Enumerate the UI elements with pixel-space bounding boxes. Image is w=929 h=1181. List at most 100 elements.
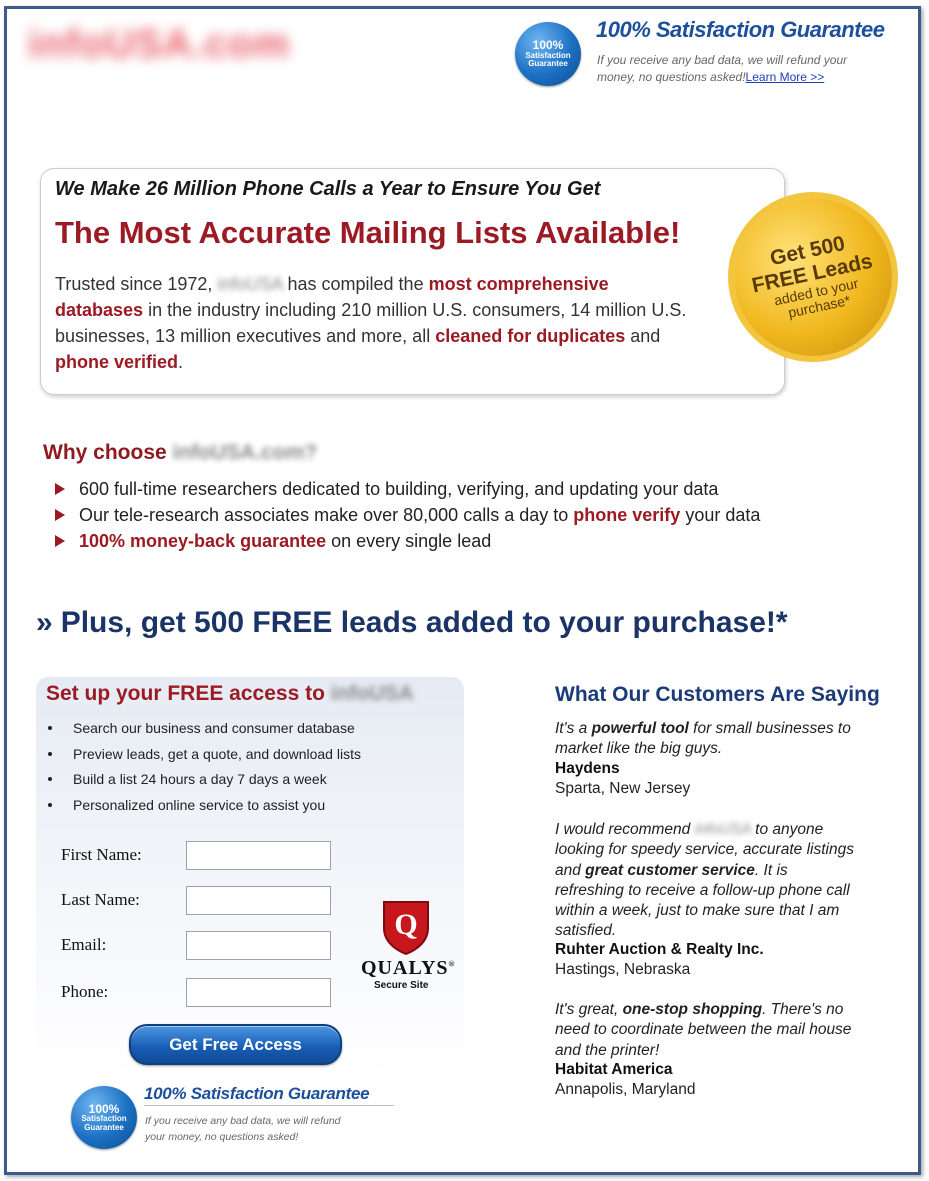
quote-emphasis: powerful tool bbox=[591, 720, 689, 737]
quote-text: satisfied. bbox=[555, 922, 617, 940]
quote-text: for small businesses to bbox=[688, 720, 851, 737]
hero-highlight: cleaned for duplicates bbox=[435, 326, 626, 346]
testimonial-name: Habitat America bbox=[555, 1061, 673, 1078]
list-item-text: Our tele-research associates make over 8… bbox=[79, 505, 569, 525]
list-item: Preview leads, get a quote, and download… bbox=[48, 742, 361, 768]
divider bbox=[144, 1105, 394, 1106]
learn-more-link[interactable]: Learn More >> bbox=[746, 70, 825, 84]
quote-emphasis: great customer service bbox=[585, 861, 755, 879]
quote-text: looking for speedy service, accurate lis… bbox=[555, 841, 854, 859]
quote-text: It's a bbox=[555, 720, 592, 737]
quote-text: and the printer! bbox=[555, 1041, 660, 1059]
qualys-shield-icon: Q bbox=[383, 901, 429, 956]
signup-brand-name: infoUSA bbox=[330, 682, 414, 705]
triangle-bullet-icon bbox=[55, 483, 65, 495]
list-item: Search our business and consumer databas… bbox=[48, 716, 361, 742]
quote-brand-name: infoUSA bbox=[694, 821, 751, 838]
guarantee-line-1: If you receive any bad data, we will ref… bbox=[597, 53, 848, 67]
guarantee-seal-icon: 100% Satisfaction Guarantee bbox=[515, 22, 581, 86]
quote-text: . There's no bbox=[762, 1001, 844, 1018]
free-leads-text: Plus, get 500 FREE leads added to your p… bbox=[60, 606, 788, 639]
logo[interactable]: infoUSA.com bbox=[28, 22, 290, 72]
list-item-highlight: 100% money-back guarantee bbox=[79, 531, 327, 551]
testimonial-quote: I would recommend infoUSA to anyone look… bbox=[555, 820, 854, 942]
list-item-text: Search our business and consumer databas… bbox=[73, 720, 355, 736]
guarantee-seal-icon: 100% Satisfaction Guarantee bbox=[71, 1086, 137, 1149]
first-name-field[interactable] bbox=[186, 841, 331, 870]
guarantee-text: If you receive any bad data, we will ref… bbox=[145, 1113, 341, 1145]
quote-text: to anyone bbox=[750, 821, 824, 838]
double-chevron-icon: » bbox=[36, 606, 53, 639]
hero-body-text: and bbox=[630, 326, 661, 346]
hero-body-text: Trusted since 1972, bbox=[55, 274, 213, 294]
qualys-name: QUALYS bbox=[361, 957, 449, 979]
list-item: 100% money-back guarantee on every singl… bbox=[55, 528, 760, 554]
seal-word-2: Guarantee bbox=[528, 59, 568, 69]
testimonials-heading: What Our Customers Are Saying bbox=[555, 683, 880, 706]
quote-text: and bbox=[555, 861, 586, 879]
signup-title-text: Set up your FREE access to bbox=[46, 682, 325, 705]
bullet-icon bbox=[48, 726, 52, 730]
testimonial-location: Sparta, New Jersey bbox=[555, 780, 691, 797]
hero-brand-name: infoUSA bbox=[217, 274, 283, 294]
quote-text: It's great, bbox=[555, 1001, 623, 1018]
hero-body: Trusted since 1972, infoUSA has compiled… bbox=[55, 271, 695, 375]
qualys-mark: ® bbox=[448, 959, 456, 969]
hero-body-text: has compiled the bbox=[287, 274, 424, 294]
guarantee-text: If you receive any bad data, we will ref… bbox=[597, 52, 847, 86]
testimonial-quote: It's a powerful tool for small businesse… bbox=[555, 719, 851, 760]
list-item-text: Build a list 24 hours a day 7 days a wee… bbox=[73, 771, 327, 787]
bullet-icon bbox=[48, 777, 52, 781]
why-brand-name: infoUSA.com? bbox=[172, 441, 318, 464]
quote-text: I would recommend bbox=[555, 821, 695, 838]
triangle-bullet-icon bbox=[55, 535, 65, 547]
testimonial-quote: It's great, one-stop shopping. There's n… bbox=[555, 1000, 851, 1061]
guarantee-line-2: money, no questions asked! bbox=[597, 70, 746, 84]
quote-emphasis: one-stop shopping bbox=[622, 1001, 763, 1018]
list-item-text: Personalized online service to assist yo… bbox=[73, 796, 326, 813]
guarantee-line-1: If you receive any bad data, we will ref… bbox=[145, 1115, 341, 1127]
qualys-secure-site: Secure Site bbox=[374, 980, 429, 991]
list-item-text: your data bbox=[685, 505, 761, 525]
guarantee-line-2: your money, no questions asked! bbox=[145, 1131, 299, 1143]
list-item: Build a list 24 hours a day 7 days a wee… bbox=[48, 767, 361, 793]
bullet-icon bbox=[48, 751, 52, 756]
hero-subtitle: We Make 26 Million Phone Calls a Year to… bbox=[55, 178, 601, 200]
qualys-logo: QUALYS® bbox=[361, 957, 456, 980]
quote-text: need to coordinate between the mail hous… bbox=[555, 1021, 852, 1039]
quote-text: market like the big guys. bbox=[555, 740, 723, 758]
list-item-text: Preview leads, get a quote, and download… bbox=[73, 745, 361, 762]
guarantee-title: 100% Satisfaction Guarantee bbox=[144, 1084, 370, 1103]
list-item: 600 full-time researchers dedicated to b… bbox=[55, 476, 760, 502]
get-free-access-button[interactable]: Get Free Access bbox=[129, 1024, 342, 1065]
testimonial-name: Haydens bbox=[555, 760, 620, 777]
list-item: Personalized online service to assist yo… bbox=[48, 793, 361, 819]
phone-label: Phone: bbox=[61, 982, 109, 1001]
phone-field[interactable] bbox=[186, 978, 331, 1007]
first-name-label: First Name: bbox=[61, 845, 142, 864]
last-name-field[interactable] bbox=[186, 886, 331, 915]
signup-title: Set up your FREE access to infoUSA bbox=[46, 682, 414, 706]
list-item-text: on every single lead bbox=[331, 531, 492, 551]
list-item-highlight: phone verify bbox=[573, 505, 681, 525]
quote-text: . It is bbox=[754, 861, 788, 879]
guarantee-title: 100% Satisfaction Guarantee bbox=[596, 17, 885, 42]
email-label: Email: bbox=[61, 935, 107, 954]
why-choose-heading: Why choose infoUSA.com? bbox=[43, 441, 317, 465]
testimonial-location: Annapolis, Maryland bbox=[555, 1081, 696, 1098]
why-list: 600 full-time researchers dedicated to b… bbox=[55, 476, 760, 554]
hero-title: The Most Accurate Mailing Lists Availabl… bbox=[55, 215, 681, 250]
email-field[interactable] bbox=[186, 931, 331, 960]
quote-text: refreshing to receive a follow-up phone … bbox=[555, 881, 850, 899]
hero-body-text: . bbox=[178, 352, 184, 372]
testimonial-name: Ruhter Auction & Realty Inc. bbox=[555, 941, 764, 958]
qualys-shield-letter: Q bbox=[394, 908, 417, 941]
why-label: Why choose bbox=[43, 441, 167, 464]
bullet-icon bbox=[48, 802, 52, 807]
list-item: Our tele-research associates make over 8… bbox=[55, 502, 760, 528]
quote-text: within a week, just to make sure that I … bbox=[555, 902, 840, 920]
free-leads-heading: » Plus, get 500 FREE leads added to your … bbox=[36, 606, 788, 640]
seal-word-2: Guarantee bbox=[84, 1122, 124, 1132]
triangle-bullet-icon bbox=[55, 509, 65, 521]
last-name-label: Last Name: bbox=[61, 890, 140, 909]
